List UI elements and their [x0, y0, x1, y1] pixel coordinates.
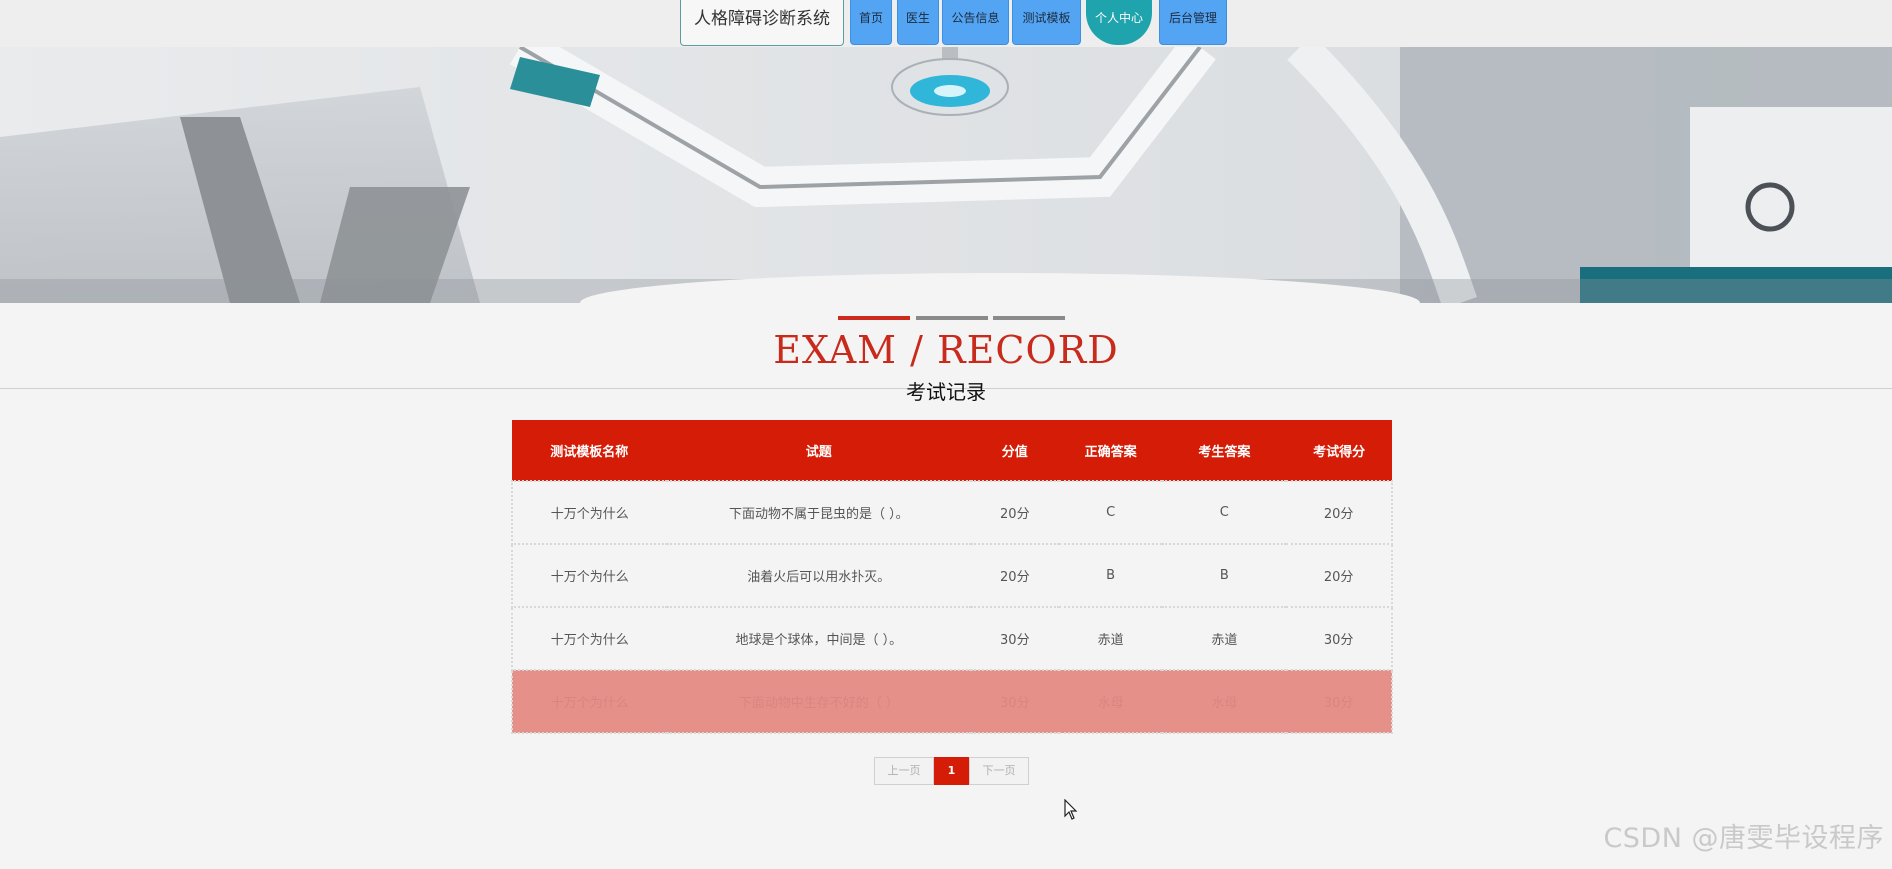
cell-score: 30分 — [1286, 606, 1393, 671]
cell-template: 十万个为什么 — [511, 480, 667, 545]
slider-indicator-1[interactable] — [838, 316, 910, 320]
col-header-student-answer: 考生答案 — [1162, 420, 1287, 481]
cell-score: 20分 — [1286, 543, 1393, 608]
cell-template: 十万个为什么 — [511, 543, 667, 608]
cell-points: 20分 — [970, 543, 1059, 608]
col-header-score: 考试得分 — [1286, 420, 1392, 481]
operating-room-illustration — [0, 47, 1892, 303]
nav-notice[interactable]: 公告信息 — [942, 0, 1009, 45]
cell-question: 地球是个球体，中间是（ ）。 — [666, 606, 971, 671]
cell-student-answer: C — [1162, 480, 1287, 545]
site-brand[interactable]: 人格障碍诊断系统 — [680, 0, 844, 46]
cell-correct-answer: B — [1058, 543, 1163, 608]
cell-template: 十万个为什么 — [511, 669, 667, 734]
nav-doctor[interactable]: 医生 — [897, 0, 939, 45]
cell-student-answer: 赤道 — [1162, 606, 1287, 671]
cell-question: 油着火后可以用水扑灭。 — [666, 543, 971, 608]
cell-score: 20分 — [1286, 480, 1393, 545]
table-row[interactable]: 十万个为什么 下面动物不属于昆虫的是（ ）。 20分 C C 20分 — [511, 480, 1393, 545]
cell-correct-answer: 赤道 — [1058, 606, 1163, 671]
cell-score: 30分 — [1286, 669, 1393, 734]
cell-correct-answer: 水母 — [1058, 669, 1163, 734]
top-nav: 人格障碍诊断系统 首页 医生 公告信息 测试模板 个人中心 后台管理 — [0, 0, 1892, 47]
mouse-cursor-icon — [1064, 799, 1078, 820]
hero-banner — [0, 47, 1892, 303]
next-page-button[interactable]: 下一页 — [969, 757, 1029, 785]
cell-points: 30分 — [970, 669, 1059, 734]
table-row-highlighted[interactable]: 十万个为什么 下面动物中生存不好的（ ） 30分 水母 水母 30分 — [511, 669, 1393, 734]
slider-indicator-3[interactable] — [993, 316, 1065, 320]
col-header-correct-answer: 正确答案 — [1058, 420, 1163, 481]
col-header-template: 测试模板名称 — [512, 420, 667, 481]
slider-indicator-2[interactable] — [916, 316, 988, 320]
table-row[interactable]: 十万个为什么 地球是个球体，中间是（ ）。 30分 赤道 赤道 30分 — [511, 606, 1393, 671]
col-header-points: 分值 — [970, 420, 1059, 481]
cell-student-answer: 水母 — [1162, 669, 1287, 734]
section-title-en: EXAM / RECORD — [773, 328, 1119, 372]
cell-points: 20分 — [970, 480, 1059, 545]
cell-correct-answer: C — [1058, 480, 1163, 545]
cell-points: 30分 — [970, 606, 1059, 671]
cell-student-answer: B — [1162, 543, 1287, 608]
section-title-cn: 考试记录 — [906, 380, 986, 404]
cell-template: 十万个为什么 — [511, 606, 667, 671]
nav-test-template[interactable]: 测试模板 — [1012, 0, 1081, 45]
table-row[interactable]: 十万个为什么 油着火后可以用水扑灭。 20分 B B 20分 — [511, 543, 1393, 608]
exam-record-table: 测试模板名称 试题 分值 正确答案 考生答案 考试得分 十万个为什么 下面动物不… — [511, 420, 1393, 734]
nav-home[interactable]: 首页 — [850, 0, 892, 45]
cell-question: 下面动物不属于昆虫的是（ ）。 — [666, 480, 971, 545]
prev-page-button[interactable]: 上一页 — [874, 757, 934, 785]
cell-question: 下面动物中生存不好的（ ） — [666, 669, 971, 734]
page-1-button[interactable]: 1 — [934, 757, 969, 785]
nav-admin[interactable]: 后台管理 — [1159, 0, 1227, 45]
col-header-question: 试题 — [666, 420, 971, 481]
nav-personal-center[interactable]: 个人中心 — [1086, 0, 1152, 45]
csdn-watermark: CSDN @唐雯毕设程序 — [1603, 823, 1884, 854]
table-header-row: 测试模板名称 试题 分值 正确答案 考生答案 考试得分 — [512, 420, 1392, 481]
